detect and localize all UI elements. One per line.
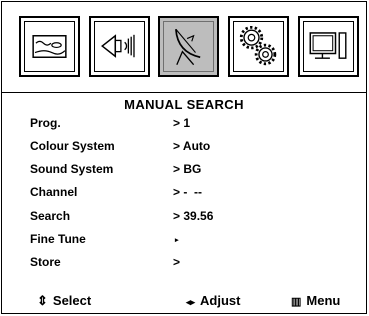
menu-row-fine-tune[interactable]: Fine Tune ▸ (2, 232, 366, 252)
gears-icon (239, 25, 277, 66)
footer-menu-label: Menu (306, 293, 341, 308)
display-menu-tile[interactable] (298, 16, 359, 77)
row-label: Channel (30, 185, 78, 199)
row-value: > Auto (173, 139, 211, 153)
menu-row-store[interactable]: Store > (2, 255, 366, 275)
row-label: Search (30, 209, 71, 223)
footer-select: ⇕ Select (37, 293, 91, 309)
menu-row-sound-system[interactable]: Sound System > BG (2, 162, 366, 182)
left-right-arrows-icon: ◂▸ (186, 297, 196, 307)
footer-adjust-label: Adjust (200, 293, 241, 308)
menu-row-channel[interactable]: Channel > - -- (2, 185, 366, 205)
picture-menu-tile[interactable] (19, 16, 80, 77)
footer-select-label: Select (52, 293, 92, 308)
row-label: Sound System (30, 162, 114, 176)
up-down-arrows-icon: ⇕ (37, 293, 48, 308)
row-label: Prog. (30, 116, 61, 130)
menu-icon-bar (2, 2, 366, 93)
sound-menu-tile[interactable] (89, 16, 150, 77)
row-value: > 39.56 (173, 209, 214, 223)
row-value: > 1 (173, 116, 191, 130)
picture-icon (32, 35, 67, 58)
osd-menu: MANUAL SEARCH Prog. > 1 Colour System > … (1, 1, 367, 314)
monitor-icon (309, 32, 347, 59)
settings-menu-tile[interactable] (228, 16, 289, 77)
satellite-dish-icon (175, 28, 201, 66)
row-value: > BG (173, 162, 202, 176)
installation-menu-tile[interactable] (158, 16, 219, 77)
menu-row-search[interactable]: Search > 39.56 (2, 209, 366, 229)
row-label: Store (30, 255, 61, 269)
menu-title: MANUAL SEARCH (124, 97, 244, 112)
row-label: Colour System (30, 139, 115, 153)
right-arrow-icon: ▸ (175, 237, 179, 244)
menu-row-prog[interactable]: Prog. > 1 (2, 116, 366, 136)
menu-row-colour-system[interactable]: Colour System > Auto (2, 139, 366, 159)
speaker-icon (101, 34, 135, 58)
menu-button-icon: ▥ (291, 296, 302, 308)
row-label: Fine Tune (30, 232, 86, 246)
footer-menu: ▥ Menu (291, 293, 340, 308)
footer-adjust: ◂▸ Adjust (186, 293, 241, 308)
row-value: > - -- (173, 185, 202, 199)
row-value: > (173, 255, 181, 269)
